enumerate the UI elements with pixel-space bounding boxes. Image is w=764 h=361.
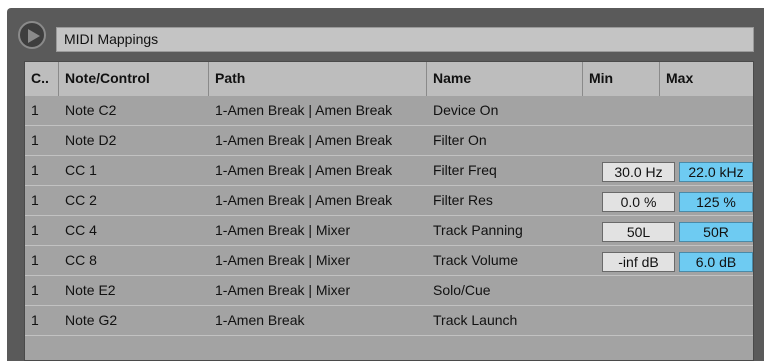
cell-path: 1-Amen Break | Amen Break [215,102,393,118]
cell-note-control: CC 4 [65,222,97,238]
cell-name: Device On [433,102,499,118]
min-value-field[interactable]: 30.0 Hz [602,162,675,182]
cell-channel: 1 [31,252,39,268]
midi-mappings-panel: MIDI Mappings C.. Note/Control Path Name… [7,8,764,361]
cell-note-control: Note E2 [65,282,116,298]
cell-path: 1-Amen Break | Amen Break [215,162,393,178]
table-row[interactable]: 1 Note C2 1-Amen Break | Amen Break Device … [25,96,753,126]
cell-channel: 1 [31,162,39,178]
column-header-name[interactable]: Name [427,62,583,96]
cell-path: 1-Amen Break | Mixer [215,222,351,238]
cell-note-control: CC 8 [65,252,97,268]
cell-channel: 1 [31,102,39,118]
max-value-field[interactable]: 50R [679,222,753,242]
table-row[interactable]: 1 Note D2 1-Amen Break | Amen Break Filter … [25,126,753,156]
cell-path: 1-Amen Break [215,312,305,328]
min-value-field[interactable]: 0.0 % [602,192,675,212]
show-hide-toggle-button[interactable] [18,21,46,49]
column-header-min[interactable]: Min [583,62,660,96]
cell-note-control: Note C2 [65,102,117,118]
play-triangle-icon [28,29,40,43]
cell-note-control: Note D2 [65,132,117,148]
table-row[interactable]: 1 Note G2 1-Amen Break Track Launch [25,306,753,336]
max-value-field[interactable]: 6.0 dB [679,252,753,272]
cell-channel: 1 [31,192,39,208]
cell-channel: 1 [31,312,39,328]
panel-title: MIDI Mappings [56,27,754,52]
cell-name: Filter On [433,132,487,148]
mappings-table: C.. Note/Control Path Name Min Max 1 Note… [24,61,754,361]
cell-channel: 1 [31,282,39,298]
table-header: C.. Note/Control Path Name Min Max [25,62,753,96]
cell-name: Filter Res [433,192,493,208]
table-row[interactable]: 1 CC 1 1-Amen Break | Amen Break Filter Fre… [25,156,753,186]
cell-note-control: CC 1 [65,162,97,178]
cell-name: Solo/Cue [433,282,491,298]
cell-path: 1-Amen Break | Mixer [215,282,351,298]
table-row[interactable]: 1 CC 4 1-Amen Break | Mixer Track Panning 50… [25,216,753,246]
cell-note-control: CC 2 [65,192,97,208]
cell-name: Track Panning [433,222,523,238]
cell-name: Track Volume [433,252,519,268]
cell-channel: 1 [31,222,39,238]
table-row[interactable]: 1 Note E2 1-Amen Break | Mixer Solo/Cue [25,276,753,306]
cell-path: 1-Amen Break | Mixer [215,252,351,268]
column-header-channel[interactable]: C.. [25,62,59,96]
table-row[interactable]: 1 CC 2 1-Amen Break | Amen Break Filter Res… [25,186,753,216]
cell-path: 1-Amen Break | Amen Break [215,132,393,148]
max-value-field[interactable]: 125 % [679,192,753,212]
min-value-field[interactable]: 50L [602,222,675,242]
column-header-note-control[interactable]: Note/Control [59,62,209,96]
cell-channel: 1 [31,132,39,148]
cell-name: Track Launch [433,312,518,328]
cell-note-control: Note G2 [65,312,118,328]
table-row[interactable]: 1 CC 8 1-Amen Break | Mixer Track Volume -in… [25,246,753,276]
cell-name: Filter Freq [433,162,497,178]
column-header-max[interactable]: Max [660,62,753,96]
max-value-field[interactable]: 22.0 kHz [679,162,753,182]
min-value-field[interactable]: -inf dB [602,252,675,272]
column-header-path[interactable]: Path [209,62,427,96]
cell-path: 1-Amen Break | Amen Break [215,192,393,208]
